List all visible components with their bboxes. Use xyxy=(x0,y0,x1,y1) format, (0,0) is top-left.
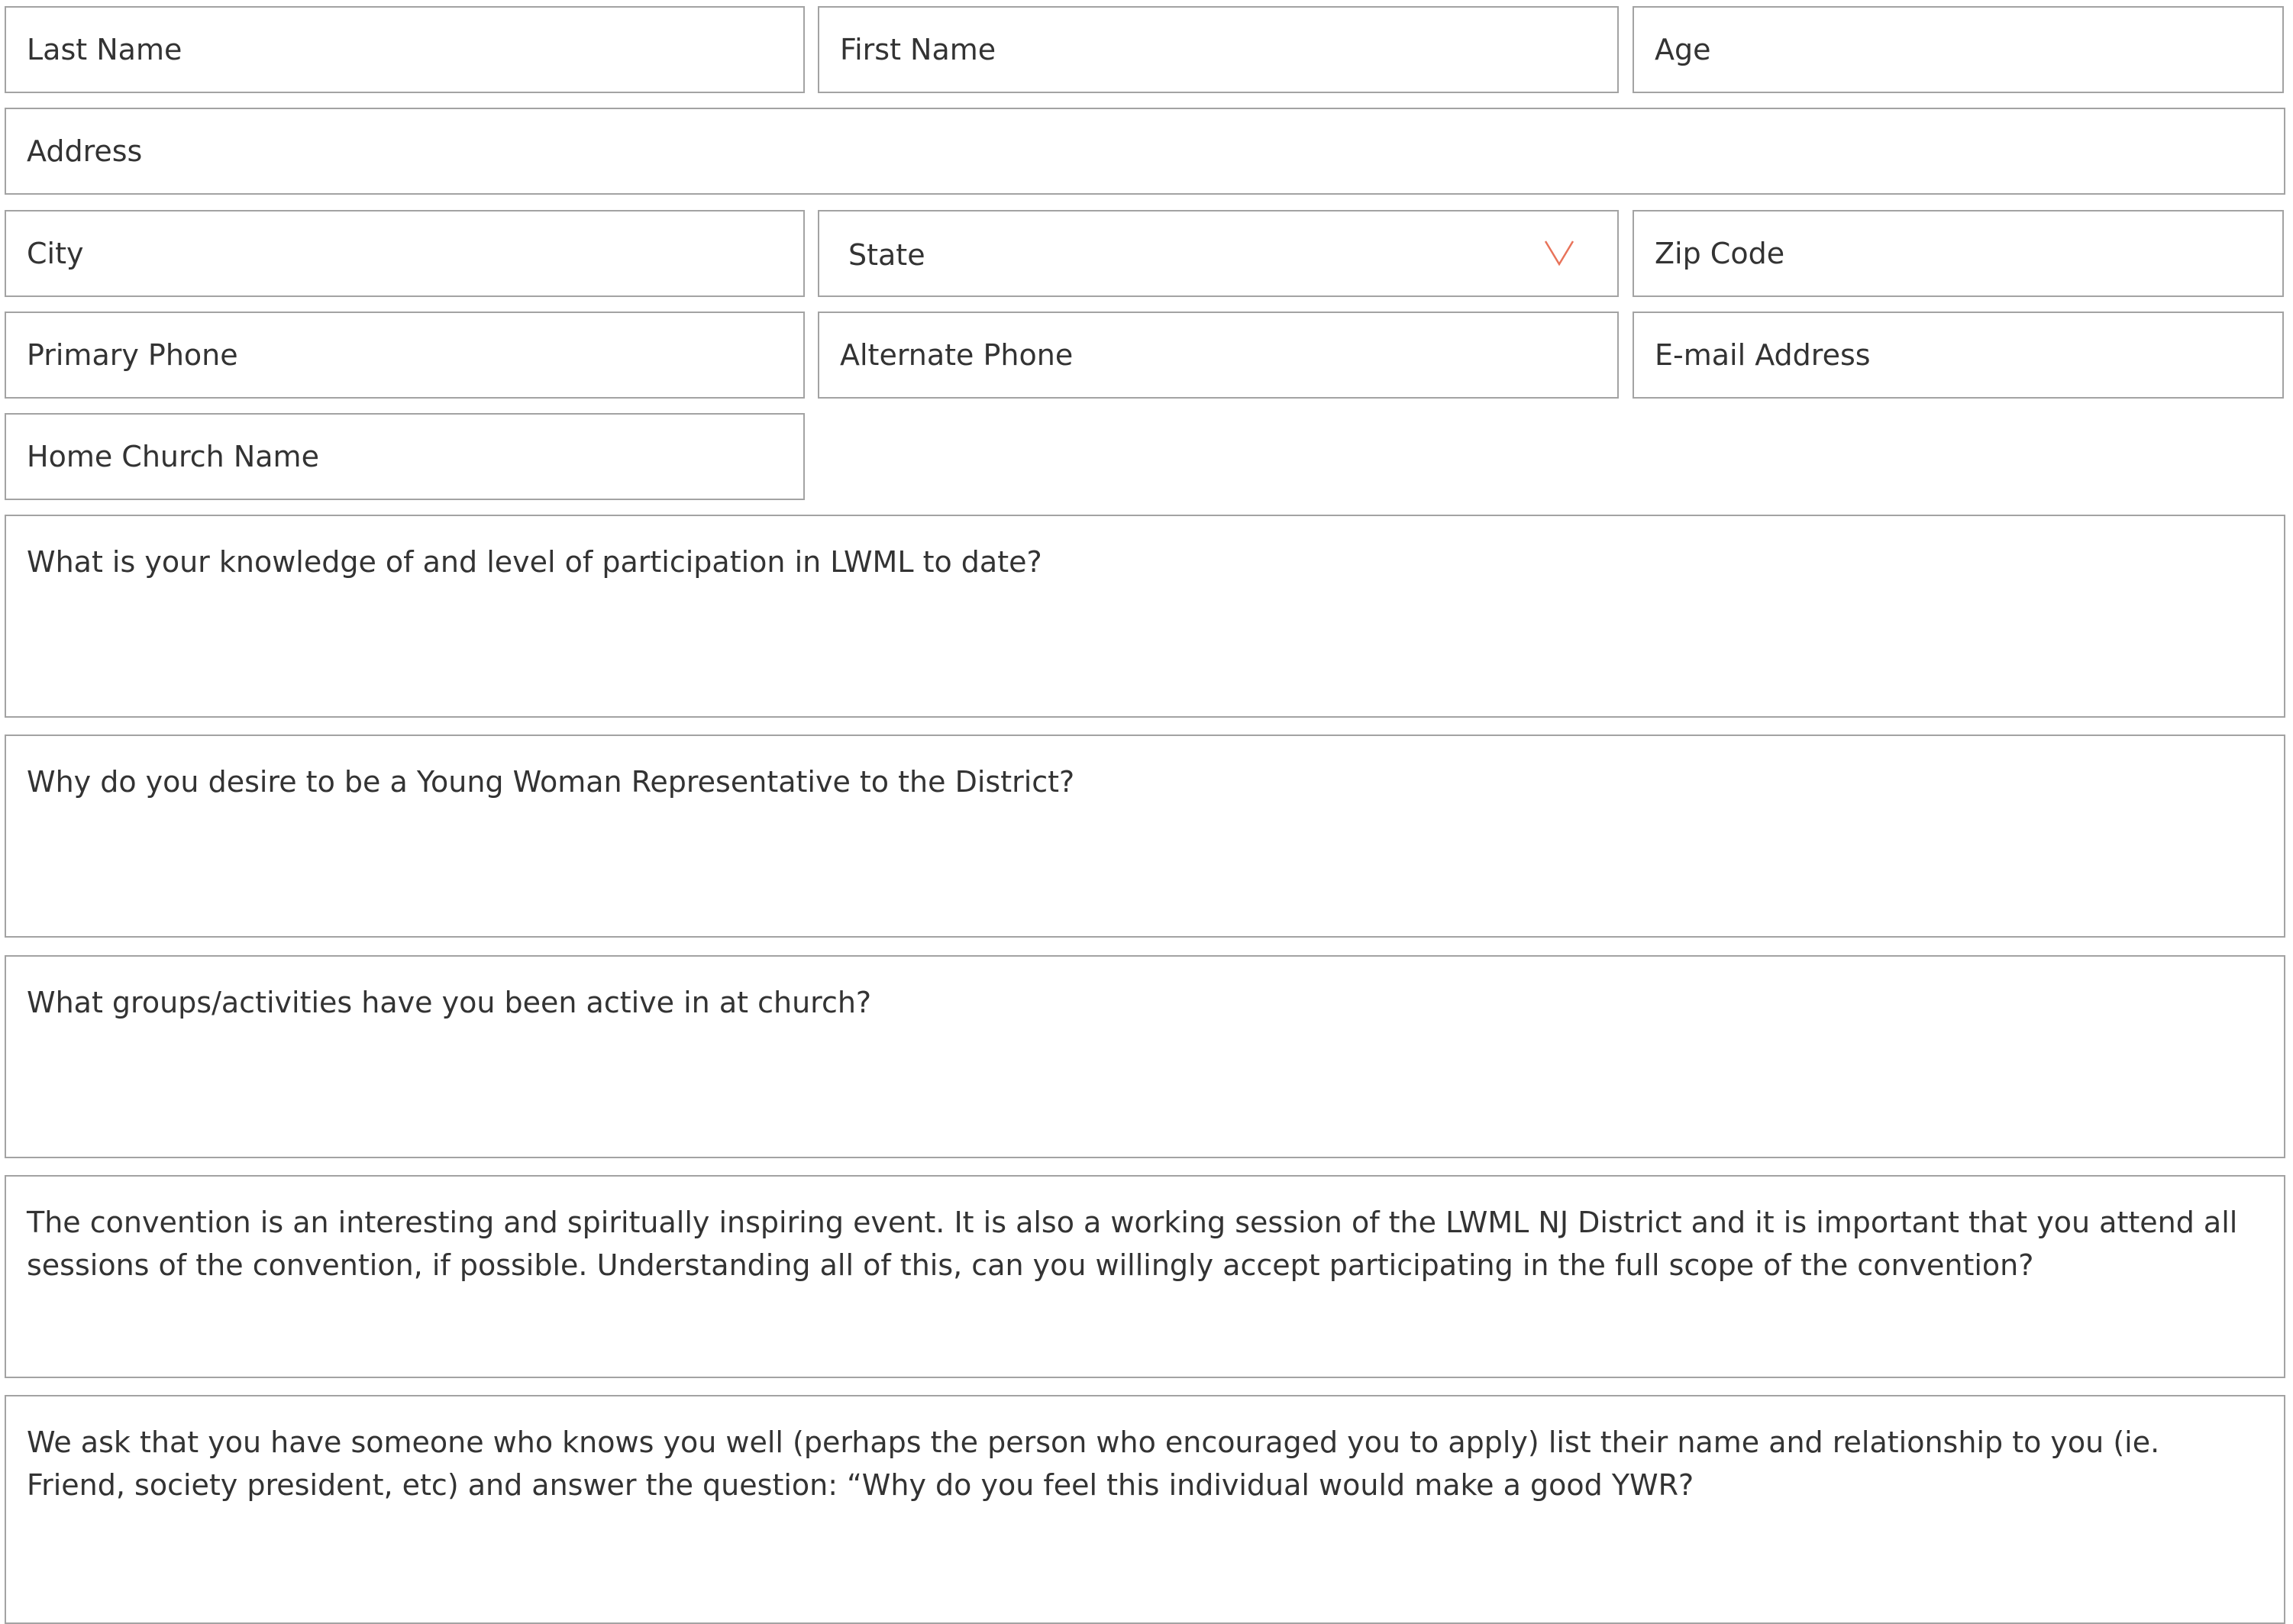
primary-phone-placeholder: Primary Phone xyxy=(27,338,238,372)
ywr-desire-placeholder: Why do you desire to be a Young Woman Re… xyxy=(27,765,1075,799)
last-name-field[interactable]: Last Name xyxy=(5,6,805,93)
address-placeholder: Address xyxy=(27,134,143,168)
first-name-field[interactable]: First Name xyxy=(818,6,1619,93)
age-field[interactable]: Age xyxy=(1633,6,2284,93)
email-field[interactable]: E-mail Address xyxy=(1633,312,2284,399)
church-activities-textarea[interactable]: What groups/activities have you been act… xyxy=(5,955,2285,1158)
alternate-phone-field[interactable]: Alternate Phone xyxy=(818,312,1619,399)
ywr-desire-textarea[interactable]: Why do you desire to be a Young Woman Re… xyxy=(5,735,2285,938)
last-name-placeholder: Last Name xyxy=(27,33,182,66)
reference-placeholder: We ask that you have someone who knows y… xyxy=(27,1425,2160,1502)
city-placeholder: City xyxy=(27,237,84,270)
city-field[interactable]: City xyxy=(5,210,805,297)
home-church-placeholder: Home Church Name xyxy=(27,440,319,473)
home-church-field[interactable]: Home Church Name xyxy=(5,413,805,500)
state-select[interactable]: State xyxy=(818,210,1619,297)
convention-commitment-textarea[interactable]: The convention is an interesting and spi… xyxy=(5,1175,2285,1378)
application-form: Last Name First Name Age Address City St… xyxy=(0,0,2293,1624)
reference-textarea[interactable]: We ask that you have someone who knows y… xyxy=(5,1395,2285,1624)
zip-code-placeholder: Zip Code xyxy=(1655,237,1785,270)
address-field[interactable]: Address xyxy=(5,108,2285,195)
first-name-placeholder: First Name xyxy=(840,33,996,66)
alternate-phone-placeholder: Alternate Phone xyxy=(840,338,1074,372)
lwml-participation-placeholder: What is your knowledge of and level of p… xyxy=(27,545,1042,579)
age-placeholder: Age xyxy=(1655,33,1711,66)
convention-commitment-placeholder: The convention is an interesting and spi… xyxy=(27,1206,2238,1282)
zip-code-field[interactable]: Zip Code xyxy=(1633,210,2284,297)
lwml-participation-textarea[interactable]: What is your knowledge of and level of p… xyxy=(5,515,2285,718)
primary-phone-field[interactable]: Primary Phone xyxy=(5,312,805,399)
church-activities-placeholder: What groups/activities have you been act… xyxy=(27,986,872,1019)
chevron-down-icon[interactable] xyxy=(1544,237,1574,267)
state-placeholder: State xyxy=(848,238,925,272)
email-placeholder: E-mail Address xyxy=(1655,338,1871,372)
